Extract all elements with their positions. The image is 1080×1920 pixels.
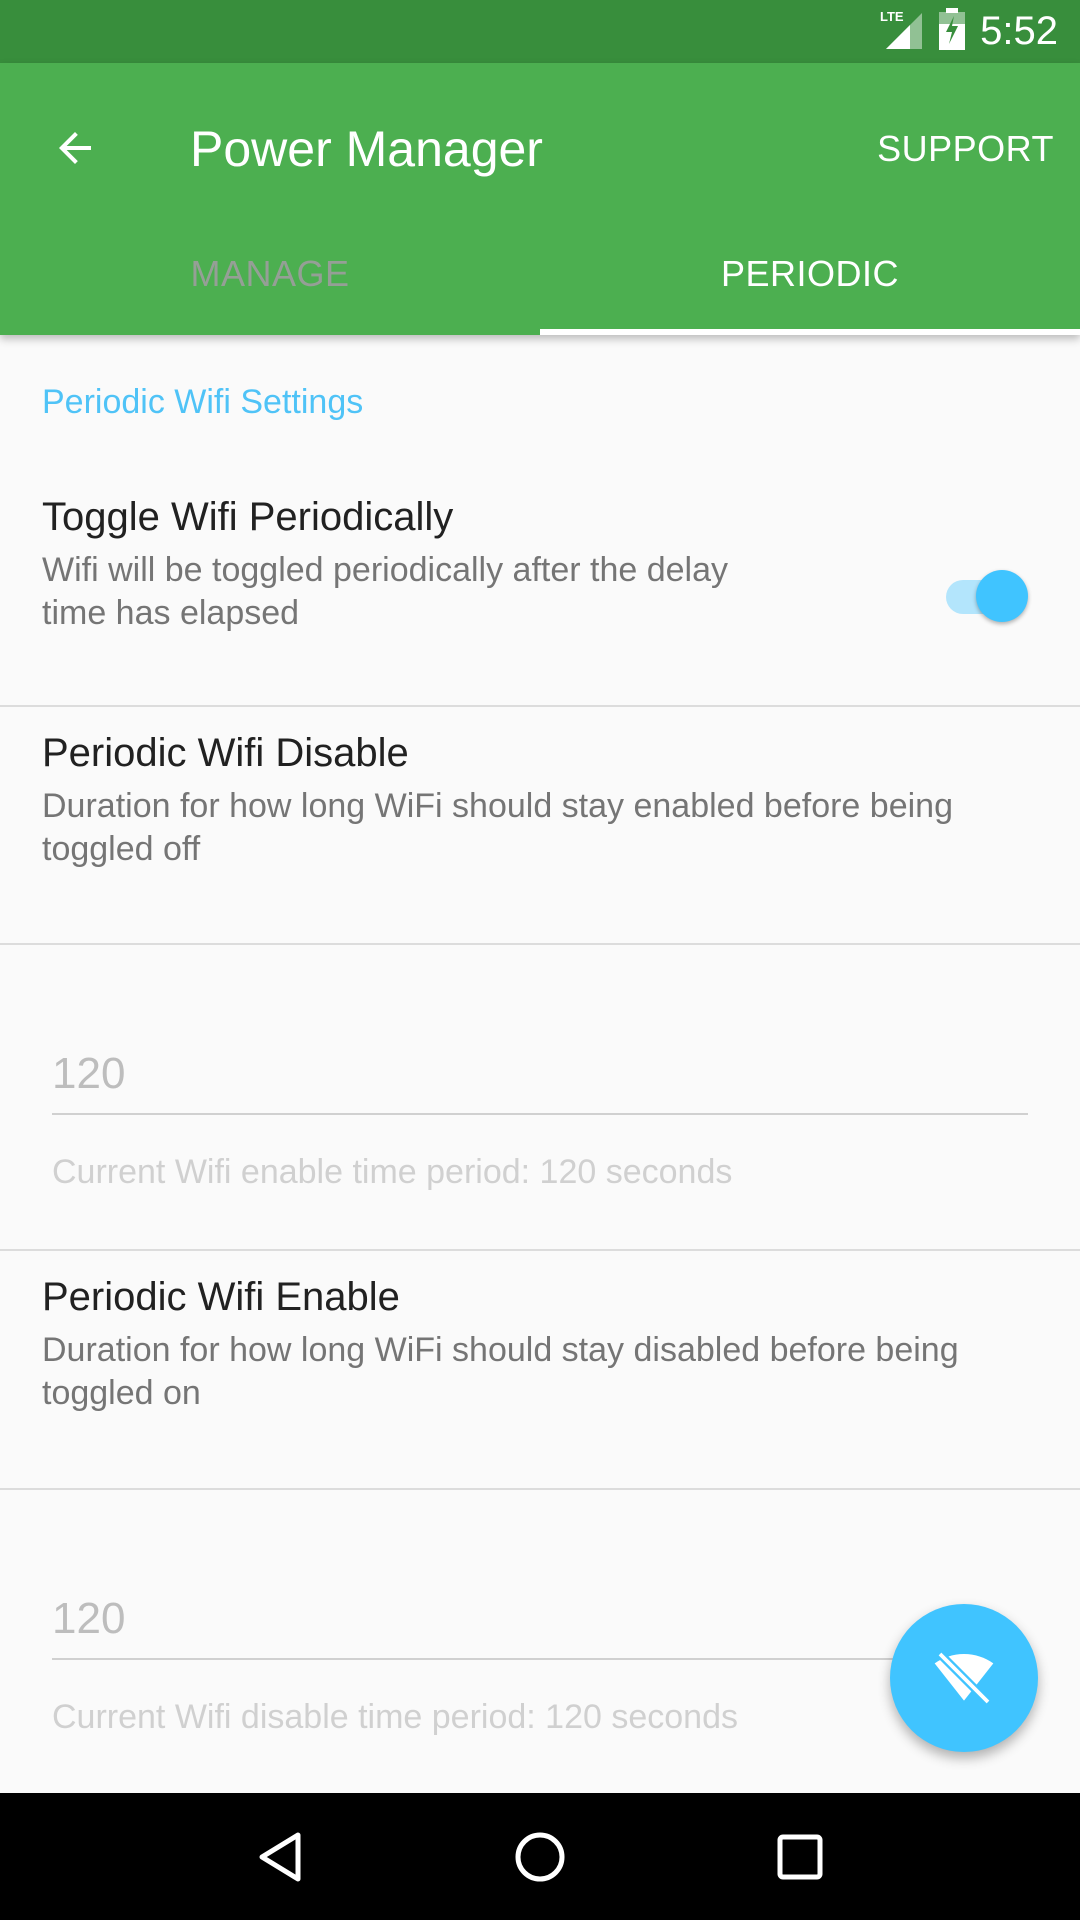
wifi-disable-period-helper: Current Wifi disable time period: 120 se… bbox=[52, 1698, 738, 1736]
nav-recents-button[interactable] bbox=[740, 1797, 860, 1917]
periodic-wifi-enable-preference[interactable]: Periodic Wifi Enable Duration for how lo… bbox=[0, 1251, 1080, 1487]
periodic-wifi-disable-summary-line1: Duration for how long WiFi should stay e… bbox=[42, 787, 953, 825]
settings-list[interactable]: Periodic Wifi Settings Toggle Wifi Perio… bbox=[0, 335, 1080, 1793]
divider bbox=[0, 1488, 1080, 1490]
nav-home-button[interactable] bbox=[480, 1797, 600, 1917]
toggle-wifi-summary-line2: time has elapsed bbox=[42, 594, 300, 632]
back-button[interactable] bbox=[30, 103, 120, 193]
battery-charging-icon bbox=[938, 8, 966, 55]
svg-text:LTE: LTE bbox=[880, 9, 904, 24]
wifi-off-icon bbox=[934, 1650, 994, 1706]
nav-back-button[interactable] bbox=[220, 1797, 340, 1917]
support-button[interactable]: SUPPORT bbox=[873, 113, 1058, 185]
wifi-off-fab[interactable] bbox=[890, 1604, 1038, 1752]
square-recents-icon bbox=[777, 1834, 823, 1879]
wifi-disable-period-input[interactable]: 120 bbox=[52, 1594, 125, 1644]
input-underline bbox=[52, 1113, 1028, 1115]
input-underline bbox=[52, 1658, 1028, 1660]
toggle-wifi-summary-line1: Wifi will be toggled periodically after … bbox=[42, 551, 729, 589]
tab-periodic-label: PERIODIC bbox=[720, 253, 900, 294]
circle-home-icon bbox=[515, 1832, 565, 1881]
wifi-enable-period-input[interactable]: 120 bbox=[52, 1049, 125, 1099]
periodic-wifi-enable-title: Periodic Wifi Enable bbox=[42, 1275, 400, 1319]
tab-periodic[interactable]: PERIODIC bbox=[540, 213, 1080, 335]
tab-indicator bbox=[540, 329, 1080, 335]
wifi-enable-period-helper: Current Wifi enable time period: 120 sec… bbox=[52, 1153, 733, 1191]
navigation-bar bbox=[0, 1793, 1080, 1920]
lte-signal-icon: LTE bbox=[880, 7, 924, 56]
divider bbox=[0, 943, 1080, 945]
page-title: Power Manager bbox=[190, 121, 543, 177]
section-header: Periodic Wifi Settings bbox=[42, 383, 364, 421]
switch-thumb bbox=[976, 570, 1028, 622]
tab-bar: MANAGE PERIODIC bbox=[0, 213, 1080, 335]
triangle-back-icon bbox=[259, 1832, 301, 1881]
periodic-wifi-disable-title: Periodic Wifi Disable bbox=[42, 731, 409, 775]
toggle-wifi-title: Toggle Wifi Periodically bbox=[42, 495, 454, 539]
periodic-wifi-disable-summary-line2: toggled off bbox=[42, 830, 201, 868]
periodic-wifi-enable-summary-line2: toggled on bbox=[42, 1374, 201, 1412]
status-time: 5:52 bbox=[980, 9, 1058, 53]
toggle-wifi-preference[interactable]: Toggle Wifi Periodically Wifi will be to… bbox=[0, 495, 1080, 705]
periodic-wifi-enable-summary-line1: Duration for how long WiFi should stay d… bbox=[42, 1331, 959, 1369]
periodic-wifi-disable-preference[interactable]: Periodic Wifi Disable Duration for how l… bbox=[0, 707, 1080, 943]
status-bar: LTE 5:52 bbox=[0, 0, 1080, 63]
tab-manage-label: MANAGE bbox=[190, 253, 350, 294]
tab-manage[interactable]: MANAGE bbox=[0, 213, 540, 335]
toggle-wifi-switch[interactable] bbox=[946, 562, 1030, 622]
arrow-back-icon bbox=[59, 132, 91, 164]
app-bar: Power Manager SUPPORT MANAGE PERIODIC bbox=[0, 63, 1080, 335]
